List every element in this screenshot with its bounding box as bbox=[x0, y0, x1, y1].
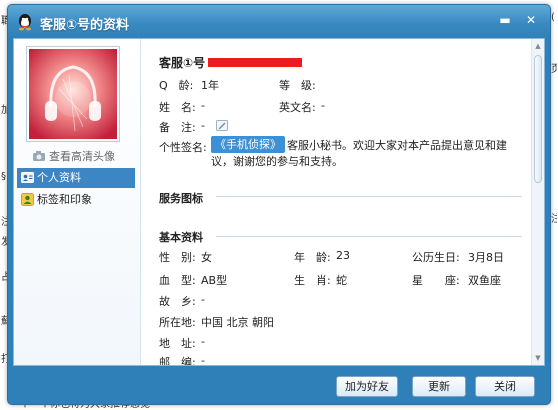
address-label: 地 址: bbox=[159, 337, 196, 350]
view-hd-avatar-label: 查看高清头像 bbox=[49, 150, 115, 163]
camera-icon bbox=[33, 151, 45, 161]
hometown-value: - bbox=[201, 293, 205, 306]
add-friend-button[interactable]: 加为好友 bbox=[336, 376, 398, 397]
scrollbar-thumb[interactable] bbox=[534, 55, 542, 183]
zodiac-value: 蛇 bbox=[336, 274, 347, 287]
remark-label: 备 注: bbox=[159, 121, 196, 134]
level-label: 等 级: bbox=[279, 79, 316, 92]
birthday-value: 3月8日 bbox=[468, 251, 504, 264]
person-card-icon bbox=[21, 172, 34, 183]
background-glyph: 注 bbox=[551, 214, 557, 225]
refresh-button[interactable]: 更新 bbox=[412, 376, 466, 397]
address-value: - bbox=[201, 335, 205, 348]
sidebar-item-personal-info[interactable]: 个人资料 bbox=[17, 168, 135, 188]
star-sign-value: 双鱼座 bbox=[468, 274, 501, 287]
tag-user-icon bbox=[21, 193, 34, 206]
signature-label: 个性签名: bbox=[159, 141, 207, 154]
edit-remark-icon[interactable] bbox=[216, 120, 228, 131]
background-glyph: ( bbox=[551, 12, 555, 23]
age-label: 年 龄: bbox=[294, 251, 331, 264]
postcode-label: 邮 编: bbox=[159, 356, 196, 365]
profile-dialog: 客服①号的资料 ▬ ✕ 查看高清头像 个人资料 标签和印象 客服①号 Q 龄: … bbox=[7, 4, 551, 405]
section-divider bbox=[216, 236, 522, 237]
hometown-label: 故 乡: bbox=[159, 295, 196, 308]
birthday-label: 公历生日: bbox=[412, 251, 460, 264]
english-name-label: 英文名: bbox=[279, 101, 316, 114]
fullname-value: - bbox=[201, 99, 205, 112]
background-glyph: 页 bbox=[551, 64, 557, 75]
section-divider bbox=[216, 196, 522, 197]
gender-value: 女 bbox=[201, 251, 212, 264]
qq-penguin-icon bbox=[19, 14, 31, 31]
title-bar[interactable]: 客服①号的资料 ▬ ✕ bbox=[8, 5, 550, 38]
location-value: 中国 北京 朝阳 bbox=[201, 316, 274, 329]
fullname-label: 姓 名: bbox=[159, 101, 196, 114]
window-title: 客服①号的资料 bbox=[40, 18, 130, 33]
profile-name: 客服①号 bbox=[159, 56, 206, 70]
sidebar-item-label: 个人资料 bbox=[37, 171, 81, 184]
sidebar-item-label: 标签和印象 bbox=[37, 193, 92, 206]
sidebar: 查看高清头像 个人资料 标签和印象 bbox=[14, 39, 141, 365]
postcode-value: - bbox=[201, 354, 205, 365]
sidebar-item-tags-impressions[interactable]: 标签和印象 bbox=[17, 190, 135, 210]
section-service-icons: 服务图标 bbox=[159, 192, 203, 205]
blood-type-value: AB型 bbox=[201, 274, 228, 287]
zodiac-label: 生 肖: bbox=[294, 274, 331, 287]
gender-label: 性 别: bbox=[159, 251, 196, 264]
english-name-value: - bbox=[321, 99, 325, 112]
profile-content: 客服①号 Q 龄: 1年 等 级: 姓 名: - 英文名: - 备 注: - 个… bbox=[142, 39, 532, 365]
blood-type-label: 血 型: bbox=[159, 274, 196, 287]
minimize-button[interactable]: ▬ bbox=[494, 11, 516, 29]
age-value: 23 bbox=[336, 249, 350, 262]
remark-value: - bbox=[201, 119, 205, 132]
redaction-bar bbox=[208, 58, 302, 67]
close-button[interactable]: 关闭 bbox=[475, 376, 535, 397]
view-hd-avatar-link[interactable]: 查看高清头像 bbox=[32, 148, 115, 164]
location-label: 所在地: bbox=[159, 316, 196, 329]
qage-value: 1年 bbox=[201, 79, 219, 92]
section-basic-info: 基本资料 bbox=[159, 231, 203, 244]
scroll-up-arrow-icon[interactable]: ▲ bbox=[532, 39, 544, 53]
close-window-button[interactable]: ✕ bbox=[520, 11, 542, 29]
avatar[interactable] bbox=[29, 49, 117, 139]
star-sign-label: 星 座: bbox=[412, 274, 460, 287]
signature-tag[interactable]: 《手机侦探》 bbox=[211, 136, 285, 153]
scroll-down-arrow-icon[interactable]: ▼ bbox=[532, 351, 544, 365]
dialog-body: 查看高清头像 个人资料 标签和印象 客服①号 Q 龄: 1年 等 级: 姓 名:… bbox=[13, 38, 545, 366]
vertical-scrollbar[interactable]: ▲ ▼ bbox=[531, 39, 544, 365]
avatar-frame bbox=[26, 46, 120, 142]
qage-label: Q 龄: bbox=[159, 79, 194, 92]
